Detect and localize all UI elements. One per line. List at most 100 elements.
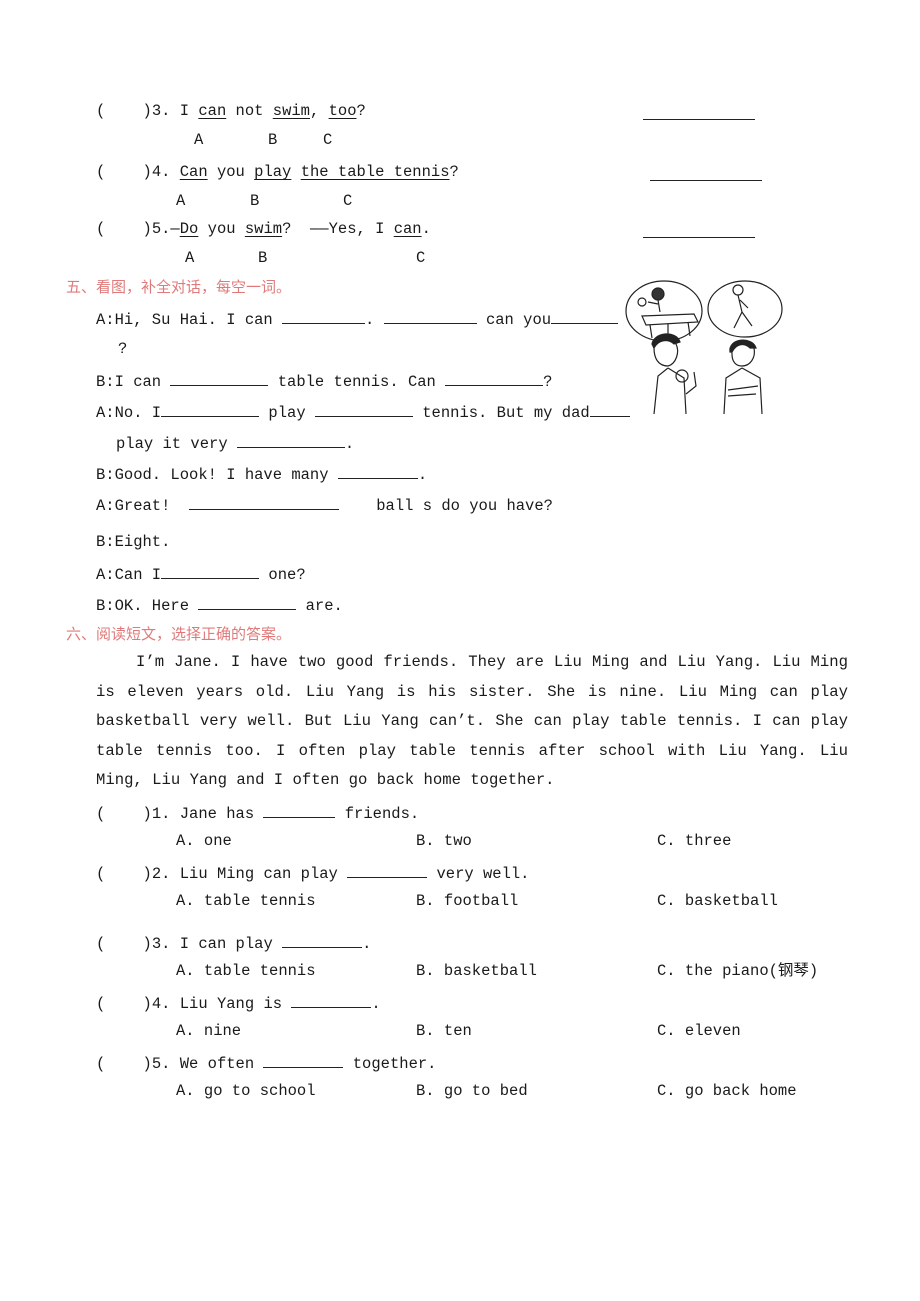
question-blank[interactable] [347,862,428,878]
item-number: 4. [151,995,171,1013]
blank-7[interactable] [314,401,413,417]
blank-13[interactable] [198,594,297,610]
runner-icon [707,280,783,338]
answer-paren[interactable]: ( ) [96,995,152,1013]
correction-blank[interactable] [643,119,755,120]
text: table tennis. Can [268,373,446,391]
text: play [259,404,315,422]
text: A:Great! [96,497,190,515]
text: ? [543,373,553,391]
text: can you [476,311,552,329]
option-c[interactable]: C. basketball [657,891,778,911]
label-c: C [416,249,426,267]
label-b: B [268,131,278,149]
text [291,163,300,181]
text: B:OK. Here [96,597,199,615]
option-b[interactable]: B. go to bed [416,1081,528,1101]
correction-blank[interactable] [650,180,762,181]
question-blank[interactable] [282,932,363,948]
question-blank[interactable] [263,1052,344,1068]
option-a[interactable]: A. one [176,831,232,851]
option-b[interactable]: B. two [416,831,472,851]
answer-paren[interactable]: ( ) [96,220,152,238]
question-1: ( )1. Jane has friends. [96,802,419,824]
blank-6[interactable] [161,401,260,417]
text: . [421,220,431,238]
option-b[interactable]: B. football [416,891,518,911]
label-a: A [194,131,204,149]
option-c[interactable]: C. go back home [657,1081,797,1101]
text: A:Hi, Su Hai. I can [96,311,283,329]
underlined-c: the table tennis [300,163,450,181]
text: you [207,163,255,181]
text: ? ——Yes, I [282,220,394,238]
underlined-c: too [328,102,357,120]
question-4: ( )4. Liu Yang is . [96,992,381,1014]
item-number: 3. [151,102,171,120]
option-c[interactable]: C. three [657,831,731,851]
option-c[interactable]: C. eleven [657,1021,741,1041]
question-blank[interactable] [291,992,372,1008]
option-a[interactable]: A. table tennis [176,891,316,911]
answer-paren[interactable]: ( ) [96,1055,152,1073]
answer-paren[interactable]: ( ) [96,163,152,181]
underlined-b: play [254,163,292,181]
answer-paren[interactable]: ( ) [96,805,152,823]
reading-passage: I’m Jane. I have two good friends. They … [96,653,848,789]
blank-2[interactable] [383,308,477,324]
underlined-a: Do [179,220,199,238]
option-c[interactable]: C. the piano(钢琴) [657,961,818,981]
blank-11[interactable] [189,494,340,510]
text: Jane has [179,805,264,823]
correction-blank[interactable] [643,237,755,238]
blank-5[interactable] [445,370,544,386]
option-b[interactable]: B. ten [416,1021,472,1041]
text: Liu Yang is [179,995,292,1013]
text: ? [449,163,459,181]
underlined-b: swim [244,220,283,238]
s4-item-5-sentence: ( )5.—Do you swim? ——Yes, I can. [96,219,431,239]
option-a[interactable]: A. table tennis [176,961,316,981]
text: ? [356,102,366,120]
answer-paren[interactable]: ( ) [96,865,152,883]
blank-12[interactable] [161,563,260,579]
option-a[interactable]: A. go to school [176,1081,316,1101]
item-number: 3. [151,935,171,953]
dialog-line-2: B:I can table tennis. Can ? [96,370,552,392]
text: . [371,995,381,1013]
item-number: 5. [151,220,171,238]
question-blank[interactable] [263,802,336,818]
section-5-heading: 五、看图，补全对话，每空一词。 [66,278,292,296]
dialog-line-3: A:No. I play tennis. But my dad [96,401,630,423]
text: are. [296,597,343,615]
blank-4[interactable] [170,370,269,386]
question-5: ( )5. We often together. [96,1052,436,1074]
dialog-line-6: B:Eight. [96,533,171,551]
underlined-c: can [393,220,422,238]
answer-paren[interactable]: ( ) [96,102,152,120]
question-3: ( )3. I can play . [96,932,371,954]
answer-paren[interactable]: ( ) [96,935,152,953]
label-a: A [176,192,186,210]
dialog-line-7: A:Can I one? [96,563,306,585]
dialog-line-1: A:Hi, Su Hai. I can . can you [96,308,619,330]
text: I can play [179,935,283,953]
text: together. [343,1055,437,1073]
option-b[interactable]: B. basketball [416,961,537,981]
text: play it very [116,435,237,453]
text: friends. [335,805,420,823]
item-number: 2. [151,865,171,883]
blank-10[interactable] [337,463,418,479]
text: . [344,435,355,453]
item-number: 1. [151,805,171,823]
blank-1[interactable] [282,308,366,324]
text: not [226,102,273,120]
text: — [170,220,180,238]
s4-item-3-sentence: ( )3. I can not swim, too? [96,101,366,121]
dialog-line-5: A:Great! ball s do you have? [96,494,553,516]
blank-9[interactable] [236,432,345,448]
blank-3[interactable] [551,308,619,324]
s4-item-4-sentence: ( )4. Can you play the table tennis? [96,162,459,182]
option-a[interactable]: A. nine [176,1021,241,1041]
label-c: C [343,192,353,210]
